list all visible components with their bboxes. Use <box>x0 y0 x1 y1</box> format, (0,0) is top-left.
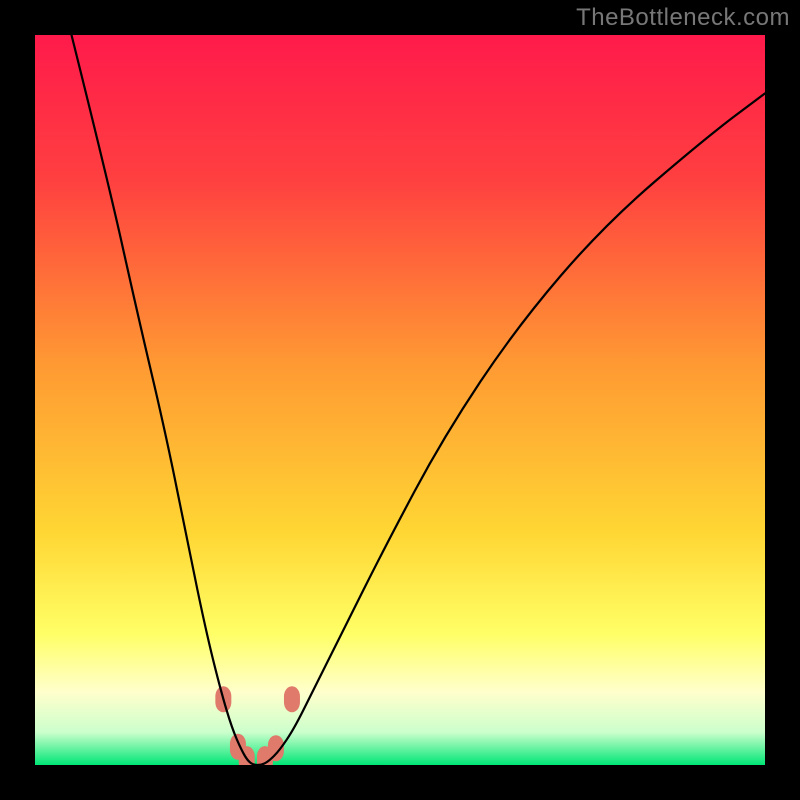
gradient-background <box>35 35 765 765</box>
plot-area <box>35 35 765 765</box>
watermark-text: TheBottleneck.com <box>576 4 790 32</box>
chart-frame: TheBottleneck.com <box>0 0 800 800</box>
bottleneck-chart <box>35 35 765 765</box>
curve-marker <box>284 686 300 712</box>
